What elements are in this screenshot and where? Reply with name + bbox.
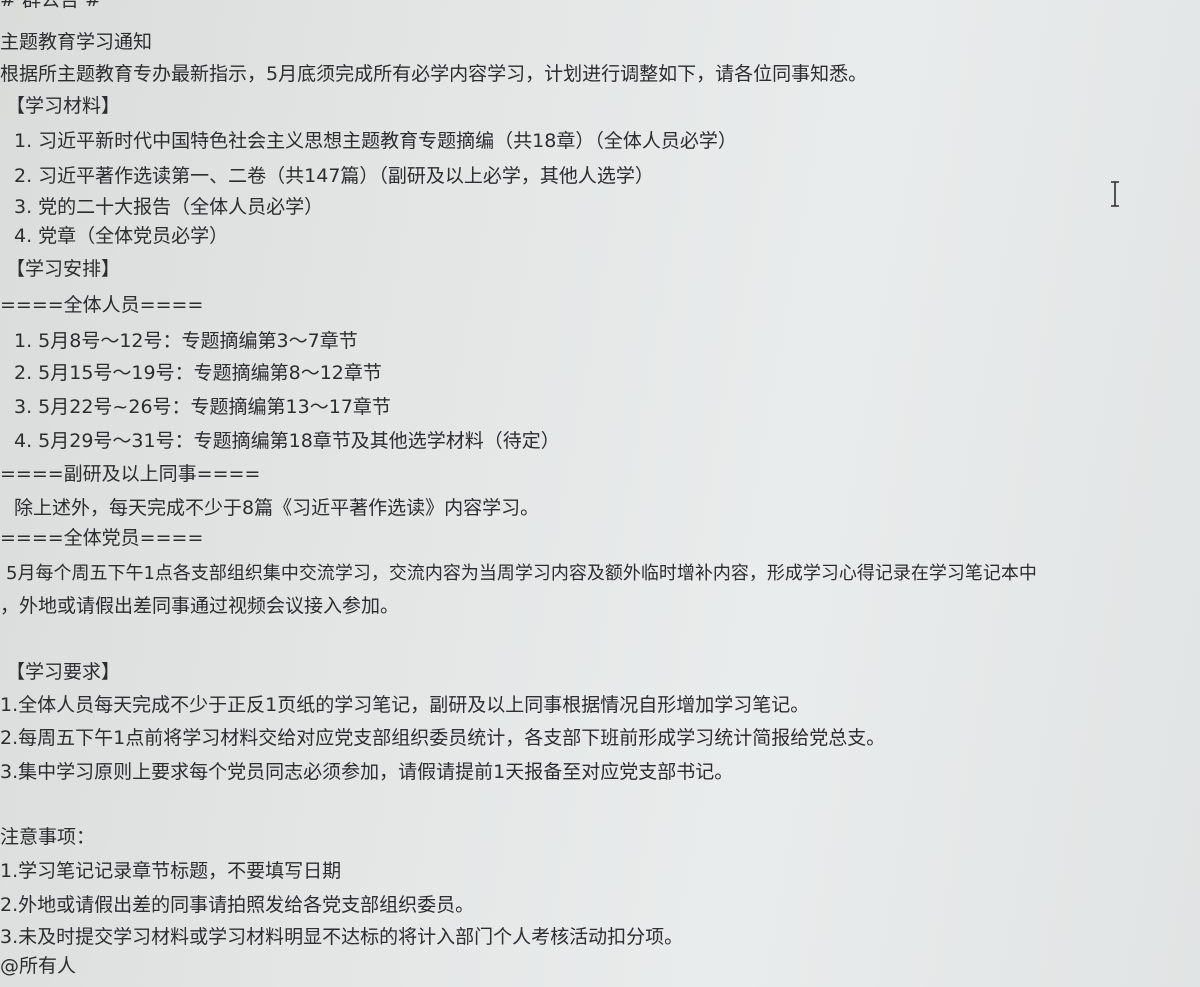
senior-heading: ====副研及以上同事==== xyxy=(0,463,261,485)
requirements-heading: 【学习要求】 xyxy=(6,661,121,683)
materials-item: 2. 习近平著作选读第一、二卷（共147篇）（副研及以上必学，其他人选学） xyxy=(14,165,654,187)
schedule-heading: 【学习安排】 xyxy=(6,258,121,280)
materials-item: 3. 党的二十大报告（全体人员必学） xyxy=(14,196,324,218)
mention-all[interactable]: @所有人 xyxy=(0,954,76,978)
schedule-item: 3. 5月22号~26号：专题摘编第13～17章节 xyxy=(14,396,391,418)
all-staff-heading: ====全体人员==== xyxy=(0,294,204,316)
members-text-continued: ，外地或请假出差同事通过视频会议接入参加。 xyxy=(0,595,400,617)
notice-header: # 群公告 # xyxy=(0,0,101,11)
senior-text: 除上述外，每天完成不少于8篇《习近平著作选读》内容学习。 xyxy=(14,497,540,519)
text-cursor-icon xyxy=(1110,181,1120,207)
schedule-item: 2. 5月15号～19号：专题摘编第8～12章节 xyxy=(14,362,382,384)
materials-item: 1. 习近平新时代中国特色社会主义思想主题教育专题摘编（共18章）（全体人员必学… xyxy=(14,130,737,152)
members-heading: ====全体党员==== xyxy=(0,527,204,549)
notice-intro: 根据所主题教育专办最新指示，5月底须完成所有必学内容学习，计划进行调整如下，请各… xyxy=(0,63,868,85)
members-text: 5月每个周五下午1点各支部组织集中交流学习，交流内容为当周学习内容及额外临时增补… xyxy=(6,563,1037,584)
note-item: 1.学习笔记记录章节标题，不要填写日期 xyxy=(0,860,342,882)
notes-heading: 注意事项： xyxy=(0,826,96,848)
notice-title: 主题教育学习通知 xyxy=(0,31,153,53)
requirement-item: 1.全体人员每天完成不少于正反1页纸的学习笔记，副研及以上同事根据情况自形增加学… xyxy=(0,694,810,716)
materials-item: 4. 党章（全体党员必学） xyxy=(14,225,229,247)
schedule-item: 1. 5月8号～12号：专题摘编第3～7章节 xyxy=(14,330,358,352)
schedule-item: 4. 5月29号～31号：专题摘编第18章节及其他选学材料（待定） xyxy=(14,430,560,452)
note-item: 3.未及时提交学习材料或学习材料明显不达标的将计入部门个人考核活动扣分项。 xyxy=(0,926,684,948)
materials-heading: 【学习材料】 xyxy=(6,95,121,117)
note-item: 2.外地或请假出差的同事请拍照发给各党支部组织委员。 xyxy=(0,894,475,916)
requirement-item: 2.每周五下午1点前将学习材料交给对应党支部组织委员统计，各支部下班前形成学习统… xyxy=(0,727,886,749)
requirement-item: 3.集中学习原则上要求每个党员同志必须参加，请假请提前1天报备至对应党支部书记。 xyxy=(0,761,734,783)
